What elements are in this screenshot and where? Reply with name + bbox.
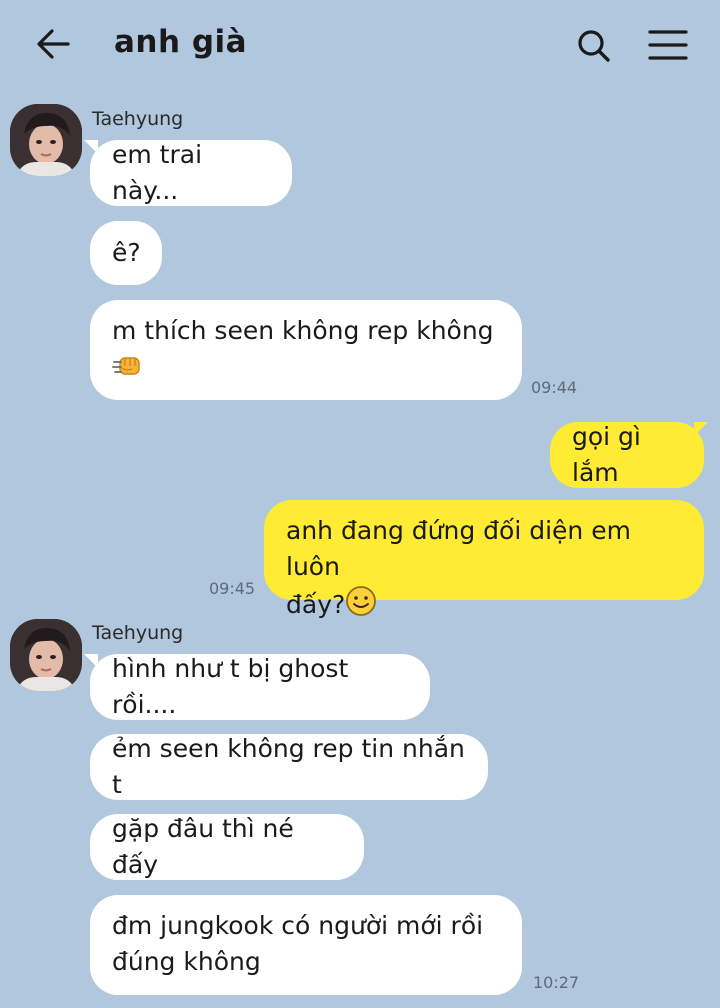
message-text-block: m thích seen không rep không <box>112 313 494 389</box>
menu-button[interactable] <box>646 26 690 64</box>
message-text: ẻm seen không rep tin nhắn t <box>112 734 465 799</box>
message-text: m thích seen không rep không <box>112 316 494 345</box>
message-bubble[interactable]: m thích seen không rep không <box>90 300 522 400</box>
message-text: anh đang đứng đối diện em luôn <box>286 516 631 581</box>
message-timestamp: 09:45 <box>209 579 256 598</box>
sender-name: Taehyung <box>92 622 184 644</box>
smiling-face-icon <box>346 586 377 616</box>
bubble-tail <box>694 422 708 436</box>
avatar-photo <box>10 104 82 176</box>
sender-avatar[interactable] <box>10 104 82 176</box>
message-text: gọi gì lắm <box>572 422 641 487</box>
sender-name: Taehyung <box>92 108 184 130</box>
message-timestamp: 09:44 <box>531 378 578 397</box>
sender-avatar[interactable] <box>10 619 82 691</box>
punch-fist-emoji <box>112 353 494 389</box>
message-bubble[interactable]: hình như t bị ghost rồi.... <box>90 654 430 720</box>
message-bubble[interactable]: ê? <box>90 221 162 285</box>
message-timestamp: 10:27 <box>533 973 580 992</box>
message-text-line: đấy? <box>286 585 682 627</box>
smiling-face-emoji <box>345 585 377 627</box>
message-text: hình như t bị ghost rồi.... <box>112 654 349 719</box>
back-button[interactable] <box>34 24 74 64</box>
message-bubble[interactable]: ẻm seen không rep tin nhắn t <box>90 734 488 800</box>
message-bubble[interactable]: đm jungkook có người mới rồi đúng không <box>90 895 522 995</box>
message-text: đấy? <box>286 590 346 619</box>
chat-header: anh già <box>0 0 720 92</box>
message-text: ê? <box>112 238 141 267</box>
search-button[interactable] <box>574 26 614 66</box>
message-bubble[interactable]: em trai này... <box>90 140 292 206</box>
chat-title: anh già <box>114 24 248 60</box>
message-bubble-outgoing[interactable]: anh đang đứng đối diện em luôn đấy? <box>264 500 704 619</box>
message-text: đúng không <box>112 947 261 976</box>
message-text: đm jungkook có người mới rồi <box>112 911 484 940</box>
arrow-left-icon <box>37 29 70 59</box>
message-text: gặp đâu thì né đấy <box>112 814 294 879</box>
punch-fist-icon <box>112 357 140 375</box>
message-text-block: đm jungkook có người mới rồi đúng không <box>112 908 483 980</box>
avatar-photo <box>10 619 82 691</box>
message-text-block: anh đang đứng đối diện em luôn đấy? <box>286 513 682 627</box>
message-bubble-outgoing[interactable]: gọi gì lắm <box>550 422 704 488</box>
message-text: em trai này... <box>112 140 203 205</box>
message-bubble[interactable]: gặp đâu thì né đấy <box>90 814 364 880</box>
hamburger-menu-icon <box>648 30 688 60</box>
search-icon <box>578 30 610 62</box>
